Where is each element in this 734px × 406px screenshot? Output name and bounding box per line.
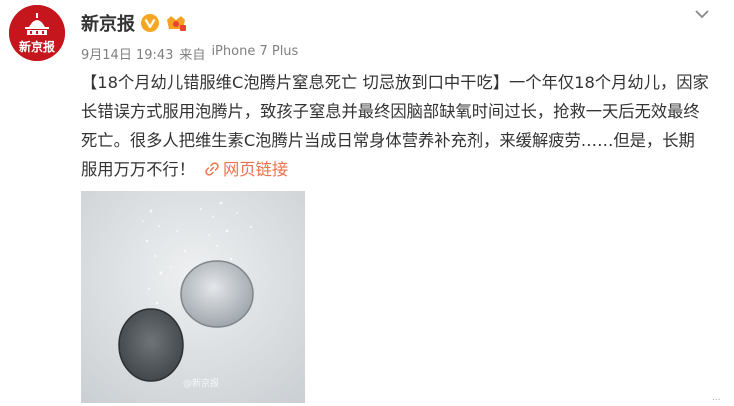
source-prefix: 来自 xyxy=(179,48,206,63)
post-body: 【18个月幼儿错服维C泡腾片窒息死亡 切忌放到口中干吃】一个年仅18个月幼儿，因… xyxy=(81,68,711,184)
image-watermark: @新京报 xyxy=(183,379,220,389)
user-info: 新京报 xyxy=(81,10,187,36)
post-meta: 9月14日 19:43 来自 iPhone 7 Plus xyxy=(81,44,298,63)
link-icon xyxy=(205,162,219,176)
web-link-label: 网页链接 xyxy=(222,160,289,179)
web-link[interactable]: 网页链接 xyxy=(205,160,288,179)
post-image[interactable] xyxy=(81,191,305,403)
avatar[interactable]: 新京报 xyxy=(9,5,65,61)
post-text: 【18个月幼儿错服维C泡腾片窒息死亡 切忌放到口中干吃】一个年仅18个月幼儿，因… xyxy=(81,73,709,179)
source-device[interactable]: iPhone 7 Plus xyxy=(211,44,298,63)
timestamp[interactable]: 9月14日 19:43 xyxy=(81,44,173,63)
effervescent-tablets-photo xyxy=(81,191,305,403)
chevron-down-icon[interactable] xyxy=(694,8,710,20)
username[interactable]: 新京报 xyxy=(81,10,135,36)
avatar-label: 新京报 xyxy=(18,40,55,54)
verified-v-badge-icon xyxy=(141,14,159,32)
vip-member-badge-icon[interactable] xyxy=(165,14,187,32)
edge-mark: ... xyxy=(712,393,721,403)
